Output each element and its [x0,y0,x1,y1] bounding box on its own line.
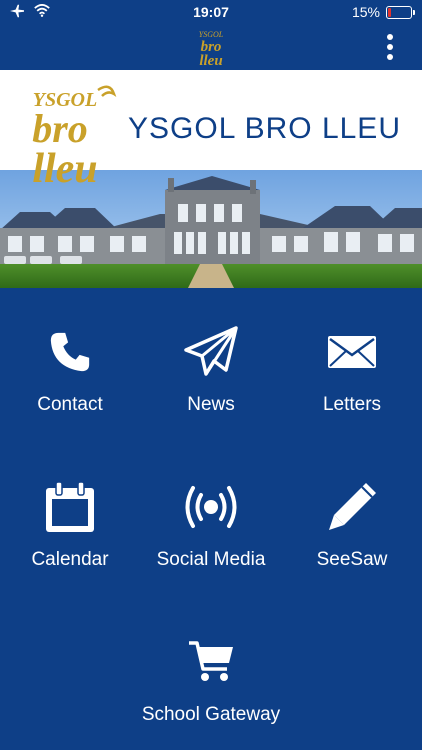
phone-icon [42,324,98,380]
app-header: YSGOL bro lleu [0,24,422,70]
tile-label: School Gateway [141,704,281,725]
tile-letters[interactable]: Letters [282,288,422,418]
tile-label: SeeSaw [316,549,388,570]
battery-level [388,7,391,17]
svg-text:lleu: lleu [32,146,97,188]
tile-calendar[interactable]: Calendar [0,443,140,573]
svg-text:bro: bro [32,106,88,151]
tile-news[interactable]: News [141,288,281,418]
tile-label: News [187,394,235,415]
broadcast-icon [183,479,239,535]
tile-label: Social Media [156,549,266,570]
status-bar: 19:07 15% [0,0,422,24]
status-time: 19:07 [193,4,229,20]
banner-title: YSGOL BRO LLEU [128,112,401,145]
envelope-icon [324,324,380,380]
tile-label: Calendar [31,549,109,570]
tile-social-media[interactable]: Social Media [141,443,281,573]
battery-icon [386,5,415,19]
paper-plane-icon [183,324,239,380]
tile-contact[interactable]: Contact [0,288,140,418]
tile-seesaw[interactable]: SeeSaw [282,443,422,573]
pencil-icon [324,479,380,535]
banner: YSGOL bro lleu YSGOL BRO LLEU [0,70,422,288]
banner-school-logo: YSGOL bro lleu [32,85,117,188]
svg-text:YSGOL: YSGOL [199,30,224,39]
tile-label: Letters [322,394,382,415]
more-vertical-icon[interactable] [382,30,398,64]
svg-text:lleu: lleu [199,53,222,67]
school-logo: YSGOL bro lleu [199,30,224,67]
shopping-cart-icon [183,634,239,690]
tile-label: Contact [37,394,103,415]
tile-school-gateway[interactable]: School Gateway [141,598,281,728]
calendar-icon [42,479,98,535]
menu-grid: Contact News Letters Calendar Social Med… [0,288,422,750]
